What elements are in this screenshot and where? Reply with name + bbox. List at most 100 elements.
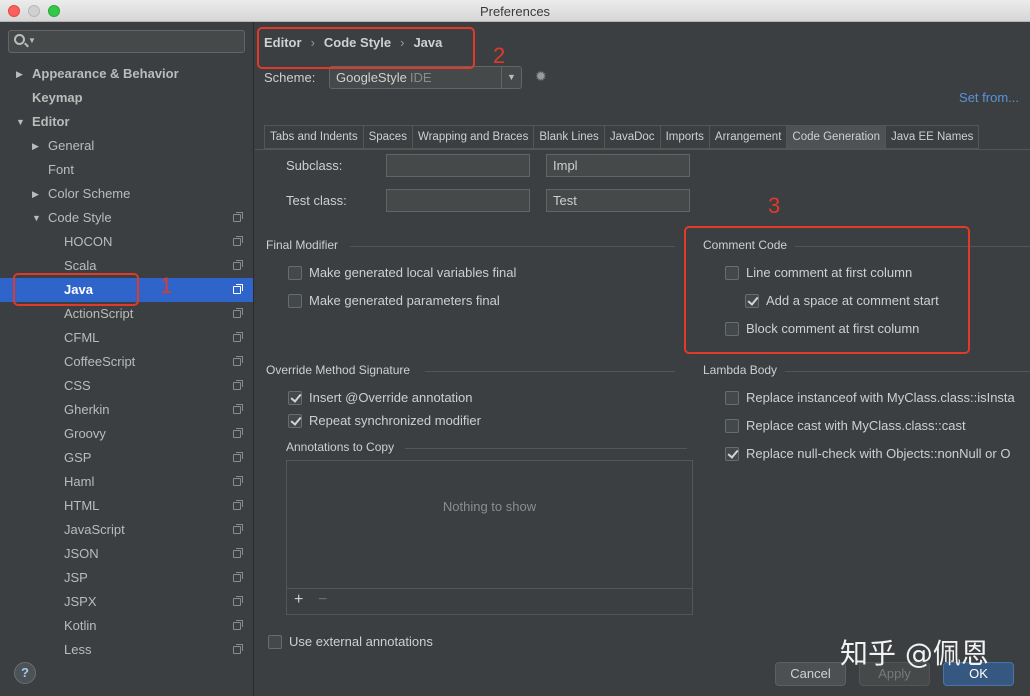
tab-tabs-and-indents[interactable]: Tabs and Indents (264, 125, 363, 149)
tab-code-generation[interactable]: Code Generation (786, 125, 885, 149)
sidebar-item-label: Editor (32, 114, 70, 129)
sidebar-item-color-scheme[interactable]: ▶ Color Scheme (0, 182, 253, 206)
sidebar-item-label: Font (48, 162, 75, 177)
sidebar-item-label: General (48, 138, 95, 153)
project-scheme-icon (233, 572, 243, 582)
project-scheme-icon (233, 380, 243, 390)
chevron-down-icon[interactable]: ▼ (501, 67, 521, 88)
sidebar-item-label: Kotlin (64, 618, 97, 633)
annotation-box-java (13, 273, 139, 306)
checkbox-label: Make generated local variables final (309, 265, 517, 280)
sidebar-item-label: JSPX (64, 594, 97, 609)
section-divider (405, 448, 687, 449)
chevron-down-icon[interactable]: ▼ (16, 110, 25, 134)
scheme-value: GoogleStyle (336, 70, 407, 85)
test-class-label: Test class: (286, 193, 347, 208)
settings-tree: ▶ Appearance & Behavior Keymap ▼ Editor ▶ Gene… (0, 62, 253, 662)
chevron-right-icon[interactable]: ▶ (16, 62, 23, 86)
subclass-suffix-field[interactable]: Impl (546, 154, 690, 177)
checkbox-label: Replace instanceof with MyClass.class::i… (746, 390, 1015, 405)
sidebar-item-gherkin[interactable]: Gherkin (0, 398, 253, 422)
checkbox-label: Insert @Override annotation (309, 390, 473, 405)
tab-wrapping-and-braces[interactable]: Wrapping and Braces (411, 125, 534, 149)
tab-blank-lines[interactable]: Blank Lines (533, 125, 604, 149)
checkbox-box (288, 294, 302, 308)
sidebar-item-label: Less (64, 642, 92, 657)
sidebar-item-editor[interactable]: ▼ Editor (0, 110, 253, 134)
annotations-list[interactable]: Nothing to show + − (286, 460, 693, 615)
subclass-prefix-field[interactable] (386, 154, 530, 177)
annotations-to-copy-title: Annotations to Copy (286, 440, 395, 454)
checkbox-label: Make generated parameters final (309, 293, 500, 308)
settings-sidebar: ▼ ▶ Appearance & Behavior Keymap ▼ Editor ▶ Ge… (0, 22, 254, 696)
sidebar-item-groovy[interactable]: Groovy (0, 422, 253, 446)
sidebar-item-haml[interactable]: Haml (0, 470, 253, 494)
sidebar-item-coffeescript[interactable]: CoffeeScript (0, 350, 253, 374)
sidebar-item-json[interactable]: JSON (0, 542, 253, 566)
test-class-prefix-field[interactable] (386, 189, 530, 212)
set-from-link[interactable]: Set from... (959, 90, 1019, 105)
sidebar-item-jsp[interactable]: JSP (0, 566, 253, 590)
sidebar-item-hocon[interactable]: HOCON (0, 230, 253, 254)
annotation-number-2: 2 (493, 43, 506, 68)
remove-icon[interactable]: − (318, 591, 327, 609)
scheme-select[interactable]: GoogleStyle IDE ▼ (329, 66, 522, 89)
add-icon[interactable]: + (294, 591, 303, 609)
chevron-right-icon[interactable]: ▶ (32, 182, 39, 206)
chevron-down-icon[interactable]: ▼ (32, 206, 41, 230)
tab-divider (255, 149, 1030, 150)
sidebar-item-label: Haml (64, 474, 95, 489)
gear-icon[interactable]: ✹ (535, 68, 547, 85)
window-title: Preferences (479, 4, 551, 19)
project-scheme-icon (233, 644, 243, 654)
settings-search-input[interactable]: ▼ (8, 30, 245, 53)
sidebar-item-jspx[interactable]: JSPX (0, 590, 253, 614)
chevron-down-icon: ▼ (28, 36, 36, 45)
chevron-right-icon[interactable]: ▶ (32, 134, 39, 158)
sidebar-item-label: HOCON (64, 234, 113, 249)
annotation-number-1: 1 (160, 273, 173, 298)
sidebar-item-label: Code Style (48, 210, 112, 225)
sidebar-item-label: CSS (64, 378, 91, 393)
test-class-suffix-field[interactable]: Test (546, 189, 690, 212)
sidebar-item-less[interactable]: Less (0, 638, 253, 662)
tab-imports[interactable]: Imports (659, 125, 709, 149)
sidebar-item-html[interactable]: HTML (0, 494, 253, 518)
project-scheme-icon (233, 428, 243, 438)
help-button[interactable]: ? (14, 662, 36, 684)
tab-java-ee-names[interactable]: Java EE Names (884, 125, 980, 149)
sidebar-item-appearance-behavior[interactable]: ▶ Appearance & Behavior (0, 62, 253, 86)
sidebar-item-keymap[interactable]: Keymap (0, 86, 253, 110)
sidebar-item-code-style[interactable]: ▼ Code Style (0, 206, 253, 230)
sidebar-item-kotlin[interactable]: Kotlin (0, 614, 253, 638)
sidebar-item-javascript[interactable]: JavaScript (0, 518, 253, 542)
subclass-label: Subclass: (286, 158, 343, 173)
final-modifier-title: Final Modifier (266, 238, 339, 252)
section-divider (785, 371, 1030, 372)
sidebar-item-gsp[interactable]: GSP (0, 446, 253, 470)
sidebar-item-general[interactable]: ▶ General (0, 134, 253, 158)
project-scheme-icon (233, 332, 243, 342)
annotation-box-breadcrumb (257, 27, 475, 69)
checkbox-label: Replace null-check with Objects::nonNull… (746, 446, 1011, 461)
settings-panel: Editor › Code Style › Java Scheme: GoogleSty… (255, 22, 1030, 696)
section-divider (425, 371, 675, 372)
tab-javadoc[interactable]: JavaDoc (603, 125, 660, 149)
tab-arrangement[interactable]: Arrangement (708, 125, 787, 149)
tab-spaces[interactable]: Spaces (362, 125, 412, 149)
annotation-number-3: 3 (768, 193, 781, 218)
cancel-button[interactable]: Cancel (775, 662, 846, 686)
watermark-text: 知乎 @佩恩 (840, 637, 989, 670)
sidebar-item-label: CFML (64, 330, 100, 345)
sidebar-item-cfml[interactable]: CFML (0, 326, 253, 350)
override-method-title: Override Method Signature (266, 363, 411, 377)
project-scheme-icon (233, 500, 243, 510)
empty-list-text: Nothing to show (442, 499, 537, 514)
checkbox-label: Use external annotations (289, 634, 433, 649)
project-scheme-icon (233, 284, 243, 294)
checkbox-box (725, 447, 739, 461)
sidebar-item-css[interactable]: CSS (0, 374, 253, 398)
project-scheme-icon (233, 452, 243, 462)
sidebar-item-label: Groovy (64, 426, 106, 441)
sidebar-item-font[interactable]: Font (0, 158, 253, 182)
